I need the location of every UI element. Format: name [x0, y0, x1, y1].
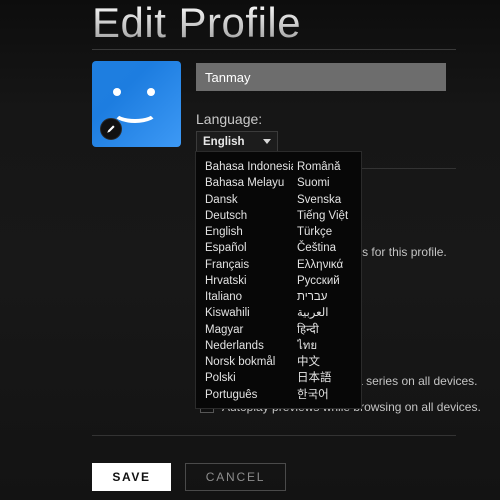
- language-option[interactable]: Dansk: [205, 191, 293, 207]
- language-option[interactable]: Español: [205, 239, 293, 255]
- cancel-button[interactable]: CANCEL: [185, 463, 286, 491]
- language-option[interactable]: Norsk bokmål: [205, 353, 293, 369]
- footer-divider: [92, 435, 456, 436]
- language-option[interactable]: Svenska: [297, 191, 361, 207]
- language-option[interactable]: עברית: [297, 288, 361, 304]
- language-option[interactable]: Hrvatski: [205, 272, 293, 288]
- language-dropdown-menu[interactable]: Bahasa Indonesia Bahasa Melayu Dansk Deutsc…: [195, 151, 362, 409]
- language-option[interactable]: 한국어: [297, 386, 361, 402]
- title-divider: [92, 49, 456, 50]
- edit-profile-page: Edit Profile Maturity Settings: ALL MATU…: [0, 0, 500, 500]
- language-option[interactable]: ไทย: [297, 337, 361, 353]
- pencil-icon[interactable]: [100, 118, 122, 140]
- language-select[interactable]: English: [196, 131, 278, 152]
- avatar-eye-right: [147, 88, 155, 96]
- language-selected-value: English: [203, 135, 245, 148]
- chevron-down-icon: [263, 139, 271, 144]
- language-option[interactable]: Magyar: [205, 321, 293, 337]
- language-option[interactable]: Suomi: [297, 174, 361, 190]
- language-dropdown-column-2: Română Suomi Svenska Tiếng Việt Türkçe Češtin…: [293, 158, 361, 402]
- language-option[interactable]: Deutsch: [205, 207, 293, 223]
- language-option[interactable]: Português: [205, 386, 293, 402]
- language-option[interactable]: Bahasa Melayu: [205, 174, 293, 190]
- language-option[interactable]: العربية: [297, 304, 361, 320]
- language-option[interactable]: Kiswahili: [205, 304, 293, 320]
- language-option[interactable]: Polski: [205, 369, 293, 385]
- language-option[interactable]: Français: [205, 256, 293, 272]
- language-label: Language:: [196, 111, 263, 127]
- language-option[interactable]: हिन्दी: [297, 321, 361, 337]
- language-option[interactable]: Italiano: [205, 288, 293, 304]
- profile-avatar[interactable]: [92, 61, 181, 147]
- language-option[interactable]: Română: [297, 158, 361, 174]
- language-option[interactable]: Tiếng Việt: [297, 207, 361, 223]
- avatar-eye-left: [113, 88, 121, 96]
- language-option[interactable]: Bahasa Indonesia: [205, 158, 293, 174]
- page-title: Edit Profile: [92, 0, 302, 46]
- language-dropdown-column-1: Bahasa Indonesia Bahasa Melayu Dansk Deutsc…: [196, 158, 293, 402]
- language-option[interactable]: 中文: [297, 353, 361, 369]
- language-option[interactable]: Русский: [297, 272, 361, 288]
- save-button[interactable]: SAVE: [92, 463, 171, 491]
- avatar-smile: [112, 101, 158, 123]
- language-option[interactable]: Čeština: [297, 239, 361, 255]
- language-option[interactable]: English: [205, 223, 293, 239]
- language-option[interactable]: Nederlands: [205, 337, 293, 353]
- language-option[interactable]: Ελληνικά: [297, 256, 361, 272]
- language-option[interactable]: Türkçe: [297, 223, 361, 239]
- profile-name-input[interactable]: [196, 63, 446, 91]
- language-option[interactable]: 日本語: [297, 369, 361, 385]
